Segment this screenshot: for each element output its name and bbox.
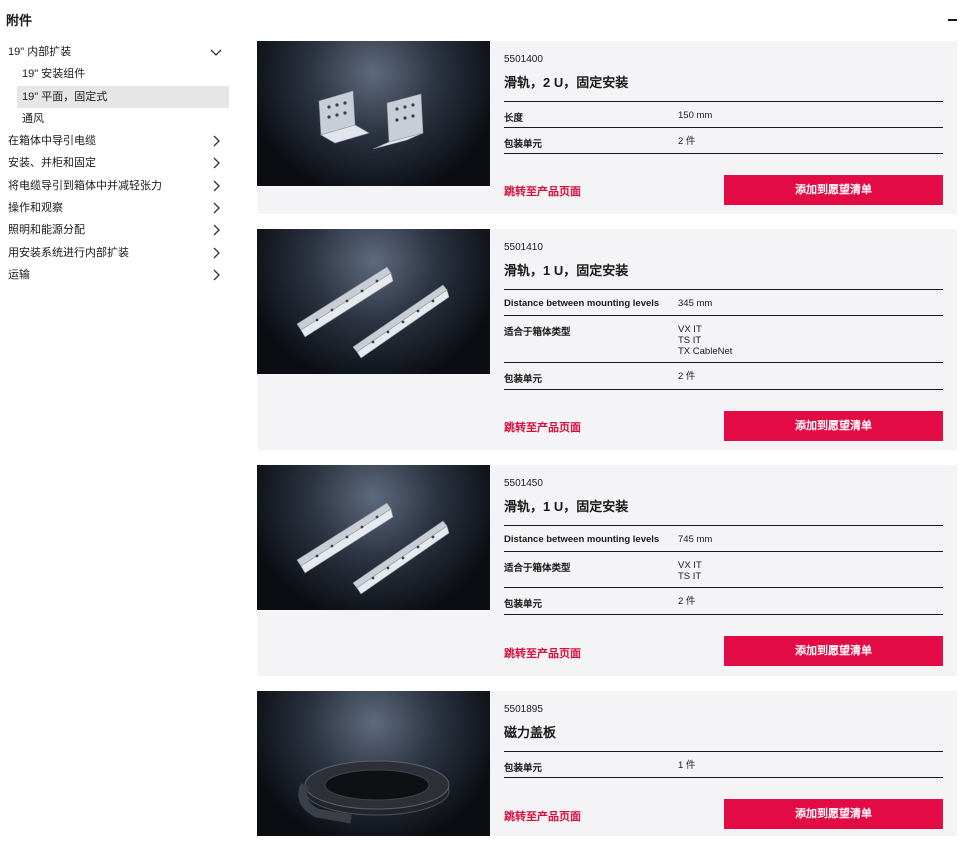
- section-header: 附件: [0, 0, 969, 36]
- add-to-wishlist-button[interactable]: 添加到愿望清单: [724, 636, 943, 666]
- sidebar-item-label: 操作和观察: [8, 202, 63, 215]
- divider: [504, 614, 943, 615]
- product-sku: 5501410: [504, 242, 543, 253]
- product-page-link[interactable]: 跳转至产品页面: [504, 419, 581, 435]
- spec-value: VX IT TS IT TX CableNet: [678, 324, 733, 357]
- sidebar-item-lighting[interactable]: 照明和能源分配: [0, 219, 232, 241]
- sidebar-item-strain-relief[interactable]: 将电缆导引到箱体中并减轻张力: [0, 175, 232, 197]
- product-image: [257, 691, 490, 836]
- spec-value: 2 件: [678, 371, 696, 382]
- divider: [504, 153, 943, 154]
- spec-label: 包装单元: [504, 763, 543, 774]
- sidebar-item-19-flat-fixed[interactable]: 19" 平面，固定式: [17, 85, 229, 108]
- chevron-right-icon: [210, 247, 222, 259]
- sidebar-item-19-interior[interactable]: 19" 内部扩装: [0, 41, 232, 63]
- product-title: 滑轨，1 U，固定安装: [504, 499, 629, 514]
- divider: [504, 101, 943, 102]
- divider: [504, 127, 943, 128]
- divider: [504, 362, 943, 363]
- spec-value: VX IT TS IT: [678, 560, 702, 582]
- spec-label: Distance between mounting levels: [504, 298, 660, 309]
- product-page-link[interactable]: 跳转至产品页面: [504, 183, 581, 199]
- spec-value: 1 件: [678, 760, 696, 771]
- product-card: 5501410 滑轨，1 U，固定安装 Distance between mou…: [257, 229, 957, 450]
- spec-label: 包装单元: [504, 599, 543, 610]
- sidebar-item-label: 19" 内部扩装: [8, 46, 72, 58]
- sidebar-item-label: 19" 平面，固定式: [22, 90, 108, 103]
- product-sku: 5501895: [504, 704, 543, 715]
- sidebar-item-label: 照明和能源分配: [8, 224, 85, 237]
- sidebar-item-transport[interactable]: 运输: [0, 264, 232, 286]
- spec-value: 2 件: [678, 596, 696, 607]
- divider: [504, 389, 943, 390]
- category-sidebar: 19" 内部扩装 19" 安装组件 19" 平面，固定式 通风 在箱体中导引电缆…: [0, 41, 232, 286]
- product-title: 滑轨，1 U，固定安装: [504, 263, 629, 278]
- spec-label: 适合于箱体类型: [504, 563, 571, 574]
- product-image: [257, 41, 490, 186]
- chevron-right-icon: [210, 202, 222, 214]
- product-card: 5501895 磁力盖板 包装单元 1 件 跳转至产品页面 添加到愿望清单: [257, 691, 957, 836]
- chevron-up-icon: [210, 46, 222, 58]
- sidebar-item-19-mounting[interactable]: 19" 安装组件: [0, 63, 232, 85]
- sidebar-item-label: 将电缆导引到箱体中并减轻张力: [8, 179, 162, 192]
- product-page-link[interactable]: 跳转至产品页面: [504, 808, 581, 824]
- chevron-right-icon: [210, 180, 222, 192]
- product-sku: 5501450: [504, 478, 543, 489]
- add-to-wishlist-button[interactable]: 添加到愿望清单: [724, 411, 943, 441]
- chevron-right-icon: [210, 135, 222, 147]
- spec-label: 适合于箱体类型: [504, 327, 571, 338]
- spec-label: 长度: [504, 113, 524, 124]
- minus-icon: [948, 19, 957, 21]
- spec-label: 包装单元: [504, 374, 543, 385]
- sidebar-item-installation[interactable]: 安装、并柜和固定: [0, 152, 232, 174]
- sidebar-item-label: 在箱体中导引电缆: [8, 135, 96, 148]
- divider: [504, 525, 943, 526]
- collapse-button[interactable]: [946, 8, 960, 28]
- chevron-right-icon: [210, 269, 222, 281]
- sidebar-item-cable-routing[interactable]: 在箱体中导引电缆: [0, 130, 232, 152]
- add-to-wishlist-button[interactable]: 添加到愿望清单: [724, 799, 943, 829]
- product-title: 滑轨，2 U，固定安装: [504, 75, 629, 90]
- sidebar-item-mounting-system[interactable]: 用安装系统进行内部扩装: [0, 242, 232, 264]
- chevron-right-icon: [210, 224, 222, 236]
- product-card: 5501400 滑轨，2 U，固定安装 长度 150 mm 包装单元 2 件 跳…: [257, 41, 957, 214]
- divider: [504, 551, 943, 552]
- spec-value: 2 件: [678, 136, 696, 147]
- spec-value: 150 mm: [678, 110, 713, 121]
- sidebar-item-ventilation[interactable]: 通风: [0, 108, 232, 130]
- spec-value: 345 mm: [678, 298, 713, 309]
- sidebar-item-label: 安装、并柜和固定: [8, 157, 96, 170]
- divider: [504, 315, 943, 316]
- sidebar-item-operation[interactable]: 操作和观察: [0, 197, 232, 219]
- product-sku: 5501400: [504, 54, 543, 65]
- product-image: [257, 229, 490, 374]
- add-to-wishlist-button[interactable]: 添加到愿望清单: [724, 175, 943, 205]
- divider: [504, 751, 943, 752]
- section-title: 附件: [6, 13, 33, 28]
- product-page-link[interactable]: 跳转至产品页面: [504, 645, 581, 661]
- sidebar-item-label: 通风: [22, 112, 44, 125]
- divider: [504, 587, 943, 588]
- sidebar-item-label: 运输: [8, 268, 30, 281]
- spec-label: 包装单元: [504, 139, 543, 150]
- divider: [504, 777, 943, 778]
- product-title: 磁力盖板: [504, 725, 557, 740]
- product-card: 5501450 滑轨，1 U，固定安装 Distance between mou…: [257, 465, 957, 676]
- sidebar-item-label: 用安装系统进行内部扩装: [8, 246, 129, 259]
- sidebar-item-label: 19" 安装组件: [22, 68, 86, 81]
- chevron-right-icon: [210, 157, 222, 169]
- spec-value: 745 mm: [678, 534, 713, 545]
- spec-label: Distance between mounting levels: [504, 534, 660, 545]
- divider: [504, 289, 943, 290]
- product-image: [257, 465, 490, 610]
